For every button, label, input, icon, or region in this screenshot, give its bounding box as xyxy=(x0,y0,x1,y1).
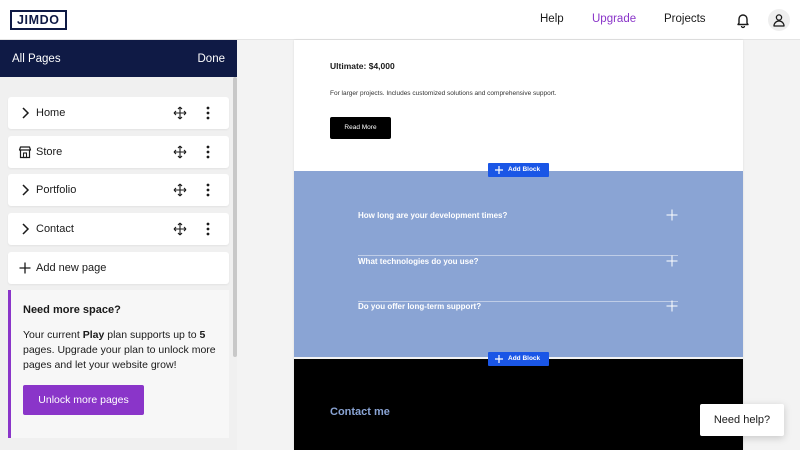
website-preview: Ultimate: $4,000 For larger projects. In… xyxy=(294,40,743,450)
move-icon[interactable] xyxy=(173,222,187,236)
page-item-label: Portfolio xyxy=(36,184,77,196)
plus-icon xyxy=(495,166,503,174)
add-block-button[interactable]: Add Block xyxy=(488,163,549,177)
top-bar: JIMDO Help Upgrade Projects xyxy=(0,0,800,40)
nav-upgrade-link[interactable]: Upgrade xyxy=(592,13,636,25)
done-button[interactable]: Done xyxy=(198,53,226,65)
more-options-icon[interactable] xyxy=(204,144,212,160)
faq-section[interactable]: How long are your development times? Wha… xyxy=(294,171,743,357)
pricing-section[interactable]: Ultimate: $4,000 For larger projects. In… xyxy=(294,40,743,171)
faq-item[interactable]: How long are your development times? xyxy=(358,208,678,256)
page-item-portfolio[interactable]: Portfolio xyxy=(8,174,229,206)
editor-canvas: Ultimate: $4,000 For larger projects. In… xyxy=(237,40,800,450)
add-block-label: Add Block xyxy=(508,355,541,362)
page-item-store[interactable]: Store xyxy=(8,136,229,168)
add-block-button[interactable]: Add Block xyxy=(488,352,549,366)
more-options-icon[interactable] xyxy=(204,105,212,121)
nav-projects-link[interactable]: Projects xyxy=(664,13,706,25)
plan-description[interactable]: For larger projects. Includes customized… xyxy=(330,90,557,97)
upsell-heading: Need more space? xyxy=(23,304,121,316)
page-item-label: Store xyxy=(36,146,63,158)
faq-item[interactable]: Do you offer long-term support? xyxy=(358,299,678,347)
page-item-contact[interactable]: Contact xyxy=(8,213,229,245)
move-icon[interactable] xyxy=(173,145,187,159)
faq-question: How long are your development times? xyxy=(358,211,508,220)
faq-item[interactable]: What technologies do you use? xyxy=(358,254,678,302)
page-limit: 5 xyxy=(199,329,206,341)
contact-heading[interactable]: Contact me xyxy=(330,406,390,418)
expand-plus-icon[interactable] xyxy=(666,208,678,221)
sidebar-title: All Pages xyxy=(12,53,61,65)
add-block-label: Add Block xyxy=(508,166,541,173)
plan-title[interactable]: Ultimate: $4,000 xyxy=(330,61,395,71)
move-icon[interactable] xyxy=(173,106,187,120)
pages-sidebar: All Pages Done Home Store Portfolio Cont… xyxy=(0,40,237,450)
faq-question: What technologies do you use? xyxy=(358,257,479,266)
chevron-right-icon[interactable] xyxy=(18,183,32,197)
store-icon xyxy=(18,145,32,159)
expand-plus-icon[interactable] xyxy=(666,299,678,312)
faq-question: Do you offer long-term support? xyxy=(358,302,482,311)
bell-icon[interactable] xyxy=(734,11,752,29)
upsell-body: Your current Play plan supports up to 5 … xyxy=(23,329,216,371)
unlock-more-pages-button[interactable]: Unlock more pages xyxy=(23,385,144,415)
more-options-icon[interactable] xyxy=(204,182,212,198)
upgrade-upsell-card: Need more space? Your current Play plan … xyxy=(8,290,229,438)
plus-icon xyxy=(18,261,32,275)
add-new-page-label: Add new page xyxy=(36,262,107,274)
account-button[interactable] xyxy=(768,9,790,31)
user-icon xyxy=(773,14,785,27)
chevron-right-icon[interactable] xyxy=(18,222,32,236)
page-item-label: Contact xyxy=(36,223,74,235)
page-item-home[interactable]: Home xyxy=(8,97,229,129)
page-item-label: Home xyxy=(36,107,66,119)
move-icon[interactable] xyxy=(173,183,187,197)
more-options-icon[interactable] xyxy=(204,221,212,237)
read-more-button[interactable]: Read More xyxy=(330,117,391,139)
plus-icon xyxy=(495,355,503,363)
nav-help-link[interactable]: Help xyxy=(540,13,564,25)
jimdo-logo[interactable]: JIMDO xyxy=(10,10,67,30)
add-new-page-button[interactable]: Add new page xyxy=(8,252,229,284)
sidebar-header: All Pages Done xyxy=(0,40,237,77)
plan-name: Play xyxy=(82,329,105,341)
chevron-right-icon[interactable] xyxy=(18,106,32,120)
need-help-button[interactable]: Need help? xyxy=(700,404,784,436)
expand-plus-icon[interactable] xyxy=(666,254,678,267)
contact-section[interactable]: Contact me xyxy=(294,359,743,450)
